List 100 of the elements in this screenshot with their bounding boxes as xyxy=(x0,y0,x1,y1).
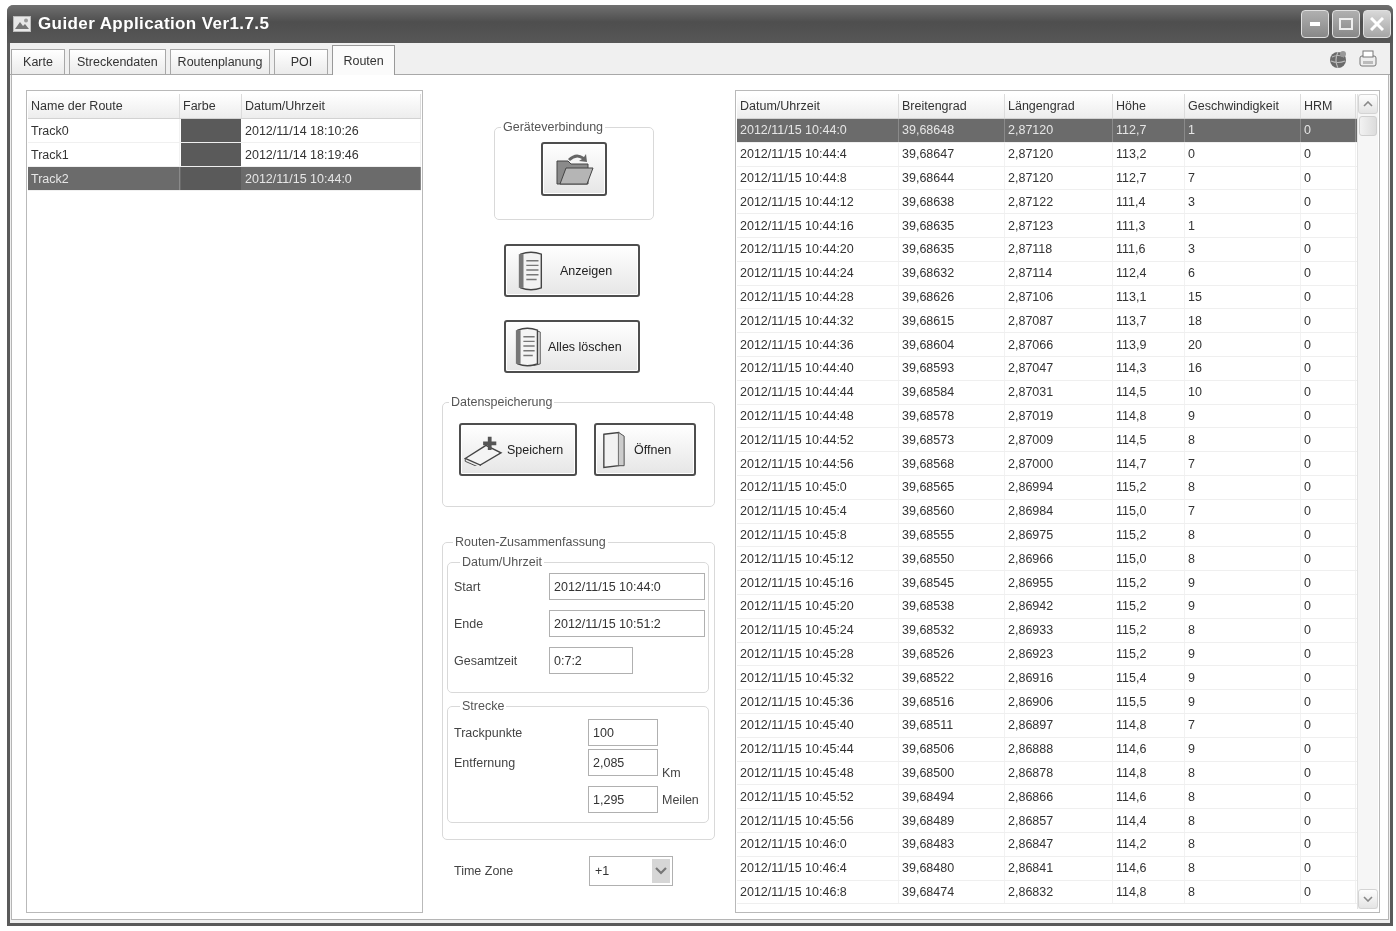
minimize-button[interactable] xyxy=(1301,10,1329,38)
table-cell: 39,68483 xyxy=(899,832,1005,856)
table-row[interactable]: 2012/11/15 10:44:24 39,68632 2,87114 112,4 6 0 xyxy=(737,261,1357,286)
tab[interactable]: Routen xyxy=(332,45,395,75)
column-header[interactable]: Breitengrad xyxy=(899,94,1005,118)
save-button[interactable]: Speichern xyxy=(459,423,577,476)
table-cell: 0 xyxy=(1301,356,1356,380)
table-row[interactable]: 2012/11/15 10:45:4 39,68560 2,86984 115,0 7 0 xyxy=(737,499,1357,524)
table-row[interactable]: 2012/11/15 10:45:36 39,68516 2,86906 115,5 9 0 xyxy=(737,690,1357,714)
clear-all-button[interactable]: Alles löschen xyxy=(504,320,640,373)
maximize-button[interactable] xyxy=(1332,10,1360,38)
column-header[interactable]: Datum/Uhrzeit xyxy=(242,94,421,118)
scroll-down-button[interactable] xyxy=(1358,889,1378,909)
table-cell: 113,7 xyxy=(1113,309,1185,333)
table-row[interactable]: 2012/11/15 10:45:52 39,68494 2,86866 114,6 8 0 xyxy=(737,785,1357,810)
tab[interactable]: Karte xyxy=(11,49,65,74)
time-zone-dropdown[interactable]: +1 xyxy=(589,856,673,886)
table-row[interactable]: 2012/11/15 10:45:8 39,68555 2,86975 115,2 8 0 xyxy=(737,523,1357,548)
scroll-thumb[interactable] xyxy=(1359,116,1377,136)
table-cell: 2012/11/15 10:44:0 xyxy=(242,167,421,190)
column-header[interactable]: Datum/Uhrzeit xyxy=(737,94,899,118)
table-cell: 3 xyxy=(1185,238,1301,261)
tab[interactable]: Streckendaten xyxy=(69,49,166,74)
table-cell: 2,86888 xyxy=(1005,737,1113,761)
globe-icon[interactable] xyxy=(1328,48,1348,69)
table-cell: 2012/11/15 10:44:12 xyxy=(737,190,899,214)
scrollbar[interactable] xyxy=(1357,94,1378,909)
table-cell: 39,68550 xyxy=(899,547,1005,571)
text-field[interactable]: 2012/11/15 10:51:2 xyxy=(549,610,705,637)
table-cell: 2012/11/15 10:45:28 xyxy=(737,642,899,666)
table-cell: 0 xyxy=(1301,119,1356,142)
tab[interactable]: POI xyxy=(274,49,329,74)
table-row[interactable]: 2012/11/15 10:44:8 39,68644 2,87120 112,7 7 0 xyxy=(737,166,1357,191)
column-header[interactable]: Höhe xyxy=(1113,94,1185,118)
table-row[interactable]: 2012/11/15 10:44:32 39,68615 2,87087 113,7 18 0 xyxy=(737,309,1357,334)
table-row[interactable]: 2012/11/15 10:44:4 39,68647 2,87120 113,2 0 0 xyxy=(737,142,1357,167)
table-cell: 39,68593 xyxy=(899,356,1005,380)
table-row[interactable]: 2012/11/15 10:45:32 39,68522 2,86916 115,4 9 0 xyxy=(737,666,1357,691)
table-cell: 2012/11/15 10:44:16 xyxy=(737,214,899,237)
printer-icon[interactable] xyxy=(1358,48,1378,69)
table-cell: 0 xyxy=(1301,880,1356,904)
table-row[interactable]: 2012/11/15 10:44:52 39,68573 2,87009 114,5 8 0 xyxy=(737,428,1357,453)
table-row[interactable]: 2012/11/15 10:45:0 39,68565 2,86994 115,2 8 0 xyxy=(737,475,1357,500)
text-field[interactable]: 2,085 xyxy=(588,749,658,776)
table-cell: 114,6 xyxy=(1113,856,1185,880)
column-header[interactable]: Farbe xyxy=(180,94,242,118)
connect-button[interactable] xyxy=(541,142,607,196)
table-row[interactable]: Track0 2012/11/14 18:10:26 xyxy=(28,119,421,143)
unit-label: Km xyxy=(662,766,681,780)
table-cell: 39,68500 xyxy=(899,761,1005,785)
table-row[interactable]: 2012/11/15 10:44:20 39,68635 2,87118 111,6 3 0 xyxy=(737,238,1357,262)
table-row[interactable]: 2012/11/15 10:46:4 39,68480 2,86841 114,6 8 0 xyxy=(737,856,1357,881)
table-cell: 113,1 xyxy=(1113,285,1185,309)
table-row[interactable]: 2012/11/15 10:45:12 39,68550 2,86966 115,0 8 0 xyxy=(737,547,1357,572)
table-cell: 6 xyxy=(1185,261,1301,285)
text-field[interactable]: 2012/11/15 10:44:0 xyxy=(549,573,705,600)
table-row[interactable]: 2012/11/15 10:45:16 39,68545 2,86955 115,2 9 0 xyxy=(737,571,1357,595)
table-row[interactable]: 2012/11/15 10:45:40 39,68511 2,86897 114,8 7 0 xyxy=(737,713,1357,738)
table-row[interactable]: 2012/11/15 10:45:24 39,68532 2,86933 115,2 8 0 xyxy=(737,618,1357,643)
table-row[interactable]: 2012/11/15 10:44:56 39,68568 2,87000 114,7 7 0 xyxy=(737,452,1357,476)
open-button[interactable]: Öffnen xyxy=(594,423,696,476)
table-row[interactable]: 2012/11/15 10:45:20 39,68538 2,86942 115,2 9 0 xyxy=(737,594,1357,619)
table-cell: 115,5 xyxy=(1113,690,1185,713)
table-row[interactable]: 2012/11/15 10:45:56 39,68489 2,86857 114,4 8 0 xyxy=(737,809,1357,833)
column-header[interactable]: HRM xyxy=(1301,94,1356,118)
column-header[interactable]: Längengrad xyxy=(1005,94,1113,118)
text-field[interactable]: 100 xyxy=(588,719,658,746)
table-row[interactable]: 2012/11/15 10:44:0 39,68648 2,87120 112,7 1 0 xyxy=(737,119,1357,143)
table-row[interactable]: 2012/11/15 10:44:48 39,68578 2,87019 114,8 9 0 xyxy=(737,404,1357,429)
table-cell: 2,87120 xyxy=(1005,119,1113,142)
table-row[interactable]: 2012/11/15 10:44:36 39,68604 2,87066 113,9 20 0 xyxy=(737,333,1357,357)
table-row[interactable]: 2012/11/15 10:44:28 39,68626 2,87106 113,1 15 0 xyxy=(737,285,1357,310)
show-button[interactable]: Anzeigen xyxy=(504,244,640,297)
table-cell: 39,68648 xyxy=(899,119,1005,142)
table-row[interactable]: 2012/11/15 10:46:8 39,68474 2,86832 114,8 8 0 xyxy=(737,880,1357,905)
text-field[interactable]: 1,295 xyxy=(588,786,658,813)
table-row[interactable]: 2012/11/15 10:44:12 39,68638 2,87122 111,4 3 0 xyxy=(737,190,1357,215)
table-cell: 0 xyxy=(1301,333,1356,356)
table-row[interactable]: 2012/11/15 10:44:40 39,68593 2,87047 114,3 16 0 xyxy=(737,356,1357,381)
table-cell: 39,68538 xyxy=(899,594,1005,618)
table-row[interactable]: Track2 2012/11/15 10:44:0 xyxy=(28,167,421,191)
tab[interactable]: Routenplanung xyxy=(169,49,271,74)
table-cell: Track2 xyxy=(28,167,180,190)
table-cell: 39,68647 xyxy=(899,142,1005,166)
table-row[interactable]: 2012/11/15 10:45:48 39,68500 2,86878 114,8 8 0 xyxy=(737,761,1357,786)
table-row[interactable]: 2012/11/15 10:45:28 39,68526 2,86923 115,2 9 0 xyxy=(737,642,1357,667)
table-cell: 2,86857 xyxy=(1005,809,1113,832)
close-button[interactable] xyxy=(1363,10,1391,38)
column-header[interactable]: Geschwindigkeit xyxy=(1185,94,1301,118)
table-row[interactable]: 2012/11/15 10:46:0 39,68483 2,86847 114,2 8 0 xyxy=(737,832,1357,857)
table-cell: 2,87031 xyxy=(1005,380,1113,404)
table-cell: 0 xyxy=(1301,761,1356,785)
text-field[interactable]: 0:7:2 xyxy=(549,647,633,674)
table-row[interactable]: 2012/11/15 10:44:16 39,68635 2,87123 111,3 1 0 xyxy=(737,214,1357,238)
table-row[interactable]: 2012/11/15 10:45:44 39,68506 2,86888 114,6 9 0 xyxy=(737,737,1357,762)
table-row[interactable]: 2012/11/15 10:44:44 39,68584 2,87031 114,5 10 0 xyxy=(737,380,1357,405)
scroll-up-button[interactable] xyxy=(1358,94,1378,114)
table-cell: 2,87087 xyxy=(1005,309,1113,333)
table-cell: 112,7 xyxy=(1113,119,1185,142)
column-header[interactable]: Name der Route xyxy=(28,94,180,118)
